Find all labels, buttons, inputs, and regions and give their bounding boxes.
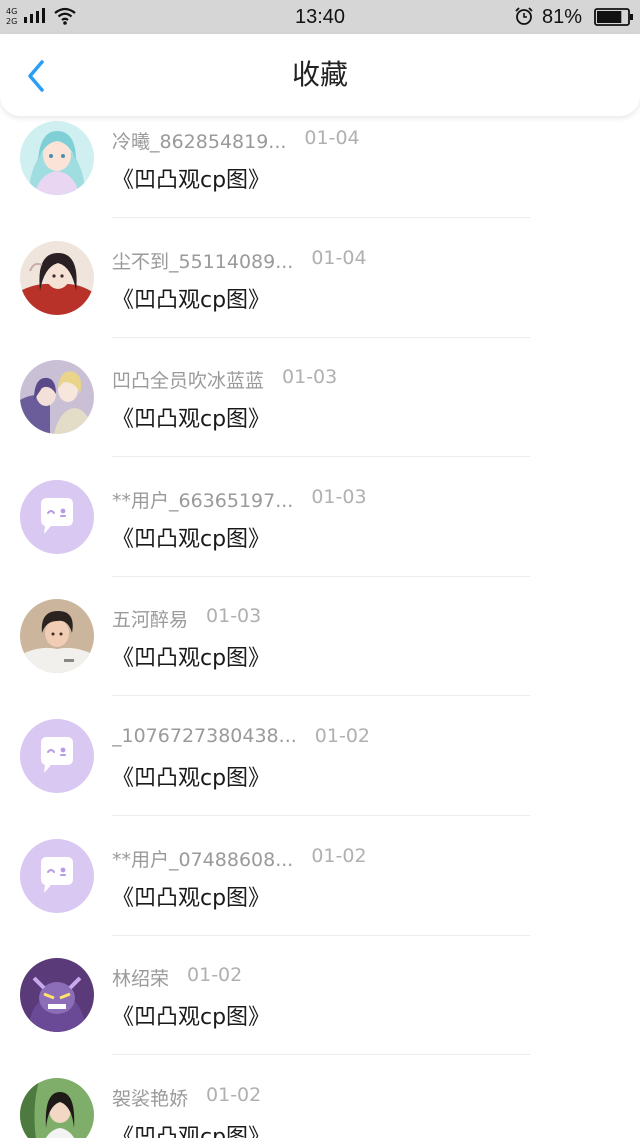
navigation-bar: 收藏 [0, 34, 640, 116]
photo-girl-avatar[interactable] [20, 1078, 94, 1138]
row-divider [112, 935, 530, 936]
row-divider [112, 217, 530, 218]
page-title: 收藏 [291, 58, 348, 91]
status-bar: 4G 2G 13:40 81% [0, 0, 640, 34]
post-title[interactable]: 《凹凸观cp图》 [112, 521, 270, 553]
author-name[interactable]: _1076727380438... [112, 725, 297, 747]
photo-boy-avatar[interactable] [20, 599, 94, 673]
battery-icon [594, 8, 633, 26]
list-item[interactable]: 凹凸全员吹冰蓝蓝 01-03 《凹凸观cp图》 [0, 355, 640, 474]
post-date: 01-02 [314, 725, 370, 747]
post-title[interactable]: 《凹凸观cp图》 [112, 162, 270, 194]
list-item[interactable]: 袈裟艳娇 01-02 《凹凸观cp图》 [0, 1073, 640, 1138]
list-item[interactable]: 冷曦_862854819... 01-04 《凹凸观cp图》 [0, 116, 640, 235]
author-name[interactable]: 袈裟艳娇 [112, 1084, 188, 1111]
post-date: 01-03 [206, 605, 262, 627]
post-title[interactable]: 《凹凸观cp图》 [112, 282, 270, 314]
alarm-clock-icon [515, 7, 533, 25]
default-chat-avatar[interactable] [20, 480, 94, 554]
author-name[interactable]: 尘不到_55114089... [112, 247, 293, 274]
item-meta: 凹凸全员吹冰蓝蓝 01-03 [112, 366, 337, 396]
list-item[interactable]: 林绍荣 01-02 《凹凸观cp图》 [0, 953, 640, 1072]
post-date: 01-02 [311, 845, 367, 867]
item-meta: 袈裟艳娇 01-02 [112, 1084, 261, 1114]
anime-couple-avatar[interactable] [20, 360, 94, 434]
anime-girl-avatar[interactable] [20, 121, 94, 195]
row-divider [112, 337, 530, 338]
post-date: 01-03 [282, 366, 338, 388]
post-title[interactable]: 《凹凸观cp图》 [112, 880, 270, 912]
post-date: 01-03 [311, 486, 367, 508]
author-name[interactable]: **用户_07488608... [112, 845, 293, 872]
post-title[interactable]: 《凹凸观cp图》 [112, 760, 270, 792]
author-name[interactable]: 冷曦_862854819... [112, 127, 286, 154]
item-meta: 林绍荣 01-02 [112, 964, 242, 994]
list-item[interactable]: _1076727380438... 01-02 《凹凸观cp图》 [0, 714, 640, 833]
post-date: 01-04 [311, 247, 367, 269]
post-date: 01-02 [187, 964, 243, 986]
author-name[interactable]: 五河醉易 [112, 605, 188, 632]
list-item[interactable]: 五河醉易 01-03 《凹凸观cp图》 [0, 594, 640, 713]
row-divider [112, 576, 530, 577]
battery-percentage: 81% [542, 6, 583, 28]
post-title[interactable]: 《凹凸观cp图》 [112, 999, 270, 1031]
post-date: 01-04 [304, 127, 360, 149]
author-name[interactable]: **用户_66365197... [112, 486, 293, 513]
row-divider [112, 456, 530, 457]
anime-boy-avatar[interactable] [20, 241, 94, 315]
item-meta: 冷曦_862854819... 01-04 [112, 127, 360, 157]
row-divider [112, 1054, 530, 1055]
default-chat-avatar[interactable] [20, 839, 94, 913]
list-item[interactable]: **用户_66365197... 01-03 《凹凸观cp图》 [0, 475, 640, 594]
item-meta: **用户_07488608... 01-02 [112, 845, 367, 875]
list-item[interactable]: 尘不到_55114089... 01-04 《凹凸观cp图》 [0, 236, 640, 355]
item-meta: _1076727380438... 01-02 [112, 725, 370, 755]
item-meta: 尘不到_55114089... 01-04 [112, 247, 367, 277]
list-item[interactable]: **用户_07488608... 01-02 《凹凸观cp图》 [0, 834, 640, 953]
item-meta: **用户_66365197... 01-03 [112, 486, 367, 516]
row-divider [112, 695, 530, 696]
post-date: 01-02 [206, 1084, 262, 1106]
cartoon-villain-avatar[interactable] [20, 958, 94, 1032]
post-title[interactable]: 《凹凸观cp图》 [112, 640, 270, 672]
post-title[interactable]: 《凹凸观cp图》 [112, 401, 270, 433]
row-divider [112, 815, 530, 816]
favorites-list: 冷曦_862854819... 01-04 《凹凸观cp图》 尘不到_55114089… [0, 116, 640, 1138]
post-title[interactable]: 《凹凸观cp图》 [112, 1119, 270, 1138]
item-meta: 五河醉易 01-03 [112, 605, 261, 635]
author-name[interactable]: 凹凸全员吹冰蓝蓝 [112, 366, 264, 393]
default-chat-avatar[interactable] [20, 719, 94, 793]
author-name[interactable]: 林绍荣 [112, 964, 169, 991]
